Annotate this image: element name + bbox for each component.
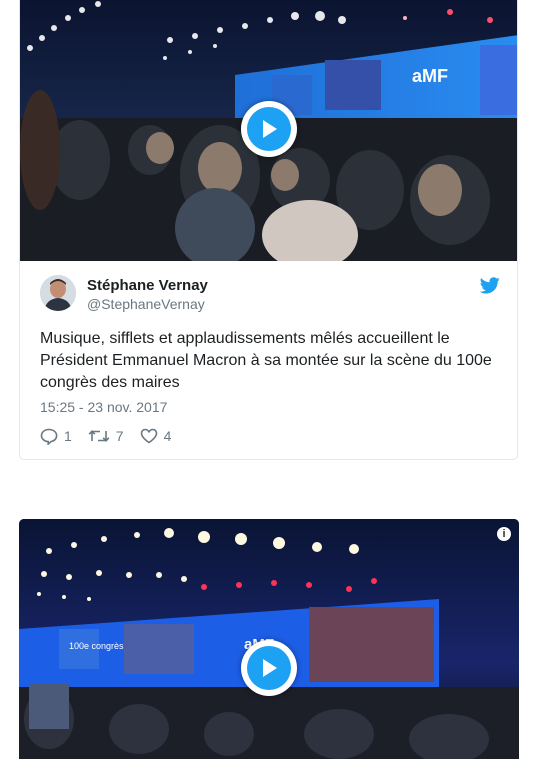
tweet-video[interactable]: aMF bbox=[20, 0, 517, 261]
play-icon bbox=[247, 107, 291, 151]
reply-icon bbox=[40, 428, 58, 445]
play-button-2[interactable] bbox=[241, 640, 297, 696]
tweet-text: Musique, sifflets et applaudissements mê… bbox=[40, 330, 492, 391]
heart-icon bbox=[140, 428, 157, 444]
author-name[interactable]: Stéphane Vernay bbox=[87, 277, 208, 294]
stage-logo-text: aMF bbox=[412, 66, 448, 86]
reply-count: 1 bbox=[64, 428, 72, 444]
retweet-icon bbox=[88, 430, 110, 442]
tweet-video-2[interactable]: 100e congrès aMF i bbox=[19, 519, 519, 759]
video-thumbnail-2: 100e congrès aMF bbox=[19, 519, 519, 759]
author-handle[interactable]: @StephaneVernay bbox=[87, 296, 205, 312]
info-icon[interactable]: i bbox=[497, 527, 511, 541]
twitter-bird-icon[interactable] bbox=[479, 277, 500, 299]
avatar[interactable] bbox=[40, 275, 76, 311]
like-count: 4 bbox=[163, 428, 172, 444]
tweet-actions: 1 7 4 bbox=[40, 426, 187, 446]
reply-button[interactable]: 1 bbox=[40, 428, 72, 445]
tweet-card: aMF Stéphane Vernay @StephaneVernay Musi… bbox=[19, 0, 518, 460]
tweet-timestamp[interactable]: 15:25 - 23 nov. 2017 bbox=[40, 399, 167, 415]
banner-text: 100e congrès bbox=[69, 641, 124, 651]
play-button[interactable] bbox=[241, 101, 297, 157]
play-icon bbox=[247, 646, 291, 690]
retweet-button[interactable]: 7 bbox=[88, 428, 124, 444]
retweet-count: 7 bbox=[115, 428, 124, 444]
like-button[interactable]: 4 bbox=[140, 428, 172, 444]
tweet-header: Stéphane Vernay @StephaneVernay bbox=[40, 275, 500, 315]
